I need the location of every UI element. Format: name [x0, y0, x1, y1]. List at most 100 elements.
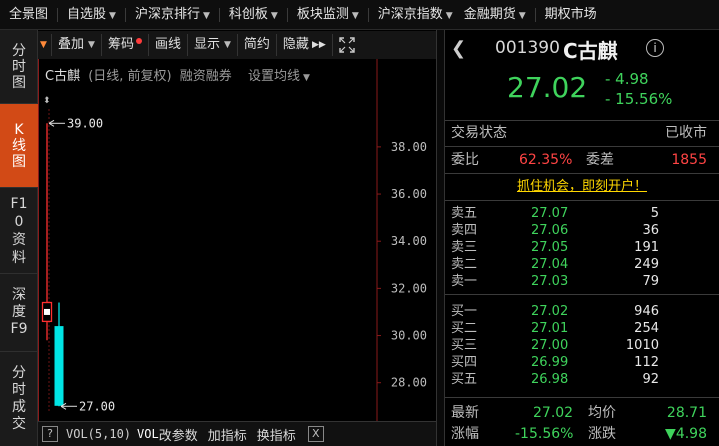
- ask-level-label: 卖一: [451, 274, 478, 289]
- ask-level-label: 卖四: [451, 223, 478, 238]
- info-label: i: [653, 41, 657, 55]
- order-ratio-row: 委比 62.35% 委差 1855: [445, 149, 719, 171]
- last-value: 27.02: [533, 405, 574, 421]
- divider: [445, 146, 719, 147]
- bid-price: 27.01: [531, 321, 569, 336]
- fullscreen-button[interactable]: [333, 34, 361, 56]
- info-icon[interactable]: i: [646, 39, 664, 57]
- divider: [445, 294, 719, 295]
- back-arrow-icon[interactable]: ❮: [451, 38, 466, 59]
- ask-level-label: 卖三: [451, 240, 478, 255]
- bid-row: 买五 26.98 92: [445, 371, 719, 388]
- ask-price: 27.07: [531, 206, 569, 221]
- nav-star-market[interactable]: 科创板 ▼: [220, 0, 287, 29]
- tab-f10-label: F10资料: [10, 195, 28, 266]
- divider: [445, 120, 719, 121]
- ask-row: 卖三 27.05 191: [445, 239, 719, 256]
- volume-indicator-tab[interactable]: VOL: [137, 427, 159, 441]
- overlay-label: 叠加: [58, 37, 85, 52]
- price-change: - 4.98: [605, 70, 649, 88]
- tab-tick-trades-label: 分时成交: [12, 365, 26, 432]
- tab-time-chart-label: 分时图: [12, 42, 26, 91]
- chevron-down-icon: ▼: [270, 10, 278, 21]
- overlay-button[interactable]: 叠加 ▼: [52, 34, 102, 56]
- ask-row: 卖五 27.07 5: [445, 205, 719, 222]
- fullscreen-icon: [339, 37, 355, 53]
- nav-star-market-label: 科创板: [228, 6, 268, 22]
- ask-row: 卖四 27.06 36: [445, 222, 719, 239]
- bid-level-label: 买二: [451, 321, 478, 336]
- bid-row: 买三 27.00 1010: [445, 337, 719, 354]
- nav-ranking[interactable]: 沪深京排行 ▼: [126, 0, 219, 29]
- nav-watchlist[interactable]: 自选股 ▼: [58, 0, 125, 29]
- tab-k-line[interactable]: K线图: [0, 104, 38, 188]
- nav-sector-monitor-label: 板块监测: [296, 6, 349, 22]
- help-icon[interactable]: ?: [42, 426, 58, 442]
- nav-options[interactable]: 期权市场: [536, 0, 606, 29]
- panel-splitter[interactable]: [436, 30, 445, 446]
- nav-index[interactable]: 沪深京指数 ▼: [369, 0, 462, 29]
- avg-value: 28.71: [666, 405, 707, 421]
- divider: [445, 200, 719, 201]
- nav-watchlist-label: 自选股: [67, 6, 107, 22]
- chart-canvas: 38.00 36.00 34.00 32.00 30.00 28.00 39.00 27.00…: [41, 59, 427, 421]
- price-change-pct: - 15.56%: [605, 90, 673, 108]
- add-indicator-button[interactable]: 加指标: [208, 425, 247, 444]
- nav-overview-label: 全景图: [9, 6, 49, 22]
- chevron-down-icon[interactable]: ▼: [38, 34, 52, 56]
- nav-overview[interactable]: 全景图: [0, 0, 57, 29]
- chevron-down-icon: ▼: [518, 10, 526, 21]
- pct-label: 涨幅: [451, 426, 479, 442]
- hide-label: 隐藏: [282, 37, 309, 52]
- hide-button[interactable]: 隐藏 ▶▶: [277, 34, 333, 56]
- display-button[interactable]: 显示 ▼: [188, 34, 238, 56]
- order-ratio-label: 委比: [451, 152, 479, 168]
- kline-chart[interactable]: C古麒 (日线, 前复权) 融资融券 设置均线 ▼ 38.00 36.00 34.00…: [38, 59, 436, 421]
- bid-level-label: 买一: [451, 304, 478, 319]
- order-diff-label: 委差: [586, 152, 614, 168]
- simple-button[interactable]: 简约: [238, 34, 277, 56]
- bid-volume: 92: [642, 372, 659, 387]
- bid-price: 27.00: [531, 338, 569, 353]
- last-price: 27.02: [507, 71, 588, 104]
- ask-level-label: 卖二: [451, 257, 478, 272]
- chips-button[interactable]: 筹码: [102, 34, 149, 56]
- bid-price: 26.98: [531, 372, 569, 387]
- max-price-label: 39.00: [67, 116, 103, 130]
- nav-options-label: 期权市场: [544, 6, 597, 22]
- chg-label: 涨跌: [588, 426, 616, 442]
- tab-tick-trades[interactable]: 分时成交: [0, 352, 38, 446]
- stock-name: C古麒: [563, 39, 618, 63]
- nav-sector-monitor[interactable]: 板块监测 ▼: [288, 0, 368, 29]
- close-label: X: [311, 427, 320, 440]
- nav-index-label: 沪深京指数: [377, 6, 443, 22]
- chg-value: ▼4.98: [665, 426, 707, 442]
- simple-label: 简约: [243, 37, 270, 52]
- y-tick-label: 28.00: [391, 376, 427, 390]
- bid-row: 买四 26.99 112: [445, 354, 719, 371]
- notification-dot-icon: [135, 38, 142, 44]
- open-account-link[interactable]: 抓住机会，即刻开户！: [445, 176, 719, 198]
- quote-panel: ❮ 001390 C古麒 i 27.02 - 4.98 - 15.56% 交易状…: [445, 30, 719, 446]
- close-icon[interactable]: X: [307, 426, 324, 442]
- candle-body: [54, 326, 64, 406]
- chevron-down-icon: ▼: [223, 40, 231, 50]
- divider: [445, 397, 719, 398]
- min-price-label: 27.00: [79, 399, 115, 413]
- scroll-arrows-icon: ⬍: [43, 96, 51, 106]
- bid-level-label: 买四: [451, 355, 478, 370]
- tab-time-chart[interactable]: 分时图: [0, 30, 38, 104]
- tab-f10[interactable]: F10资料: [0, 188, 38, 274]
- ask-volume: 249: [634, 257, 659, 272]
- draw-line-button[interactable]: 画线: [149, 34, 188, 56]
- switch-indicator-button[interactable]: 换指标: [257, 425, 296, 444]
- ask-price: 27.03: [531, 274, 569, 289]
- tab-depth-f9[interactable]: 深度F9: [0, 274, 38, 352]
- indicator-bar: ? VOL(5,10) VOL 改参数 加指标 换指标 X: [38, 421, 436, 446]
- nav-financial-futures[interactable]: 金融期货 ▼: [462, 0, 535, 29]
- tab-depth-f9-label: 深度F9: [10, 287, 28, 337]
- nav-ranking-label: 沪深京排行: [134, 6, 200, 22]
- candle-marker: [44, 308, 50, 315]
- change-params-button[interactable]: 改参数: [159, 425, 198, 444]
- ask-volume: 5: [650, 206, 659, 221]
